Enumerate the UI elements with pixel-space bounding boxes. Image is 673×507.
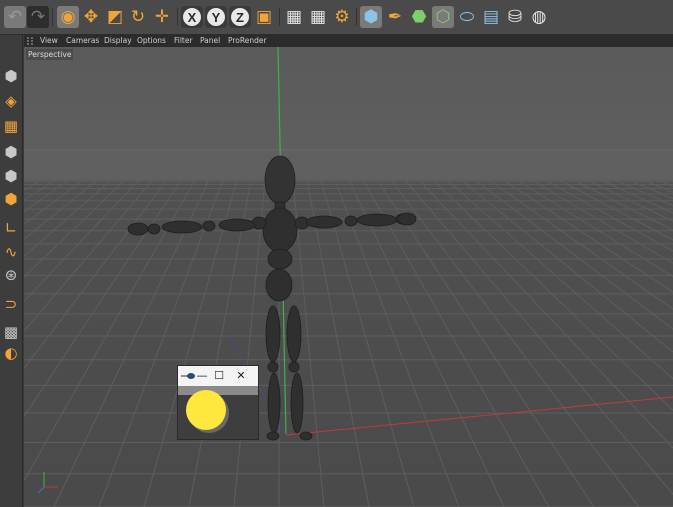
magnet-button[interactable]: ⊃ xyxy=(1,293,21,315)
solo-button[interactable]: ◐ xyxy=(1,342,21,364)
undo-icon: ↶ xyxy=(7,6,23,27)
cube-icon: ⬢ xyxy=(363,6,379,27)
yellow-circle-indicator[interactable] xyxy=(186,390,226,430)
x-axis-label: X xyxy=(183,8,201,26)
viewport-menubar: View Cameras Display Options Filter Pane… xyxy=(24,35,673,47)
mode-sidebar: ⬢ ◈ ▦ ⬢ ⬢ ⬢ ∟ ∿ ⊛ ⊃ ▩ ◐ xyxy=(0,35,23,507)
render-settings-button[interactable]: ⚙ xyxy=(331,6,353,28)
scene-canvas xyxy=(24,47,673,507)
move-tool-button[interactable]: ✥ xyxy=(80,6,102,28)
perspective-viewport[interactable]: Perspective xyxy=(24,47,673,507)
z-axis-label: Z xyxy=(231,8,249,26)
menu-display[interactable]: Display xyxy=(104,35,132,47)
x-axis-lock-button[interactable]: X xyxy=(181,6,203,28)
menu-options[interactable]: Options xyxy=(137,35,166,47)
floor-button[interactable]: ▤ xyxy=(480,6,502,28)
toolbar-divider xyxy=(177,8,178,26)
points-mode-button[interactable]: ⬢ xyxy=(1,141,21,163)
render-picture-viewer-icon: ▦ xyxy=(309,6,327,27)
main-toolbar: ↶ ↷ ◉ ✥ ◩ ↻ ✛ X Y Z ▣ ▦ ▦ ⚙ ⬢ ✒ ⬣ ⬡ ⬭ ▤ … xyxy=(0,0,673,35)
snap-icon: ⊛ xyxy=(4,265,18,284)
undo-button[interactable]: ↶ xyxy=(4,6,26,28)
texture-mode-icon: ◈ xyxy=(5,91,17,110)
pen-icon: ✒ xyxy=(387,6,403,27)
spline-pen-button[interactable]: ✒ xyxy=(384,6,406,28)
menu-panel[interactable]: Panel xyxy=(200,35,220,47)
plus-icon: ✛ xyxy=(154,6,170,27)
camera-button[interactable]: ⛁ xyxy=(504,6,526,28)
panel-grip-handle[interactable] xyxy=(27,37,33,45)
redo-button[interactable]: ↷ xyxy=(27,6,49,28)
model-mode-icon: ⬢ xyxy=(4,66,18,85)
solo-icon: ◐ xyxy=(4,343,18,362)
render-picture-viewer-button[interactable]: ▦ xyxy=(307,6,329,28)
polygons-mode-button[interactable]: ⬢ xyxy=(1,188,21,210)
tweak-mode-icon: ∿ xyxy=(4,242,18,261)
lock-workplane-button[interactable]: ▩ xyxy=(1,321,21,343)
app-icon xyxy=(181,373,195,379)
subdivision-button[interactable]: ⬣ xyxy=(408,6,430,28)
lock-grid-icon: ▩ xyxy=(3,322,19,341)
floor-plane xyxy=(24,180,673,507)
camera-icon: ⛁ xyxy=(507,6,523,27)
axis-mode-icon: ∟ xyxy=(4,218,18,237)
cube-object-button[interactable]: ⬢ xyxy=(360,6,382,28)
menu-filter[interactable]: Filter xyxy=(174,35,193,47)
texture-mode-button[interactable]: ◈ xyxy=(1,90,21,112)
rotate-tool-button[interactable]: ↻ xyxy=(127,6,149,28)
polygons-mode-icon: ⬢ xyxy=(4,189,18,208)
render-settings-gear-icon: ⚙ xyxy=(334,6,350,27)
z-axis-lock-button[interactable]: Z xyxy=(229,6,251,28)
edges-mode-icon: ⬢ xyxy=(4,166,18,185)
edges-mode-button[interactable]: ⬢ xyxy=(1,165,21,187)
viewport-camera-label[interactable]: Perspective xyxy=(26,49,74,60)
rotate-icon: ↻ xyxy=(130,6,146,27)
menu-cameras[interactable]: Cameras xyxy=(66,35,99,47)
points-mode-icon: ⬢ xyxy=(4,142,18,161)
move-icon: ✥ xyxy=(83,6,99,27)
floating-window[interactable]: — ☐ ✕ xyxy=(178,366,258,439)
subdivision-icon: ⬣ xyxy=(411,6,427,27)
array-button[interactable]: ⬡ xyxy=(432,6,454,28)
menu-prorender[interactable]: ProRender xyxy=(228,35,267,47)
y-axis-label: Y xyxy=(207,8,225,26)
coordinate-system-button[interactable]: ▣ xyxy=(253,6,275,28)
toolbar-divider xyxy=(279,8,280,26)
model-mode-button[interactable]: ⬢ xyxy=(1,65,21,87)
workplane-icon: ▦ xyxy=(3,116,19,135)
redo-icon: ↷ xyxy=(30,6,46,27)
deformer-button[interactable]: ⬭ xyxy=(456,6,478,28)
toolbar-divider xyxy=(356,8,357,26)
minimize-button[interactable]: — xyxy=(195,369,209,383)
scale-icon: ◩ xyxy=(106,6,124,27)
floor-grid-icon: ▤ xyxy=(482,6,500,27)
light-bulb-icon: ◍ xyxy=(531,6,547,27)
tweak-mode-button[interactable]: ∿ xyxy=(1,241,21,263)
render-view-button[interactable]: ▦ xyxy=(283,6,305,28)
sky-background xyxy=(24,47,673,180)
add-tool-button[interactable]: ✛ xyxy=(151,6,173,28)
toolbar-divider xyxy=(52,8,53,26)
close-button[interactable]: ✕ xyxy=(234,369,248,383)
scale-tool-button[interactable]: ◩ xyxy=(104,6,126,28)
magnet-icon: ⊃ xyxy=(4,294,18,313)
maximize-button[interactable]: ☐ xyxy=(212,369,226,383)
light-button[interactable]: ◍ xyxy=(528,6,550,28)
coordinate-system-icon: ▣ xyxy=(255,6,273,27)
y-axis-lock-button[interactable]: Y xyxy=(205,6,227,28)
axis-mode-button[interactable]: ∟ xyxy=(1,217,21,239)
select-tool-button[interactable]: ◉ xyxy=(57,6,79,28)
floating-window-titlebar[interactable]: — ☐ ✕ xyxy=(178,366,258,386)
workplane-mode-button[interactable]: ▦ xyxy=(1,115,21,137)
render-view-icon: ▦ xyxy=(285,6,303,27)
snap-button[interactable]: ⊛ xyxy=(1,264,21,286)
deformer-icon: ⬭ xyxy=(459,6,475,27)
array-icon: ⬡ xyxy=(435,6,451,27)
cursor-select-icon: ◉ xyxy=(60,6,76,27)
menu-view[interactable]: View xyxy=(40,35,58,47)
